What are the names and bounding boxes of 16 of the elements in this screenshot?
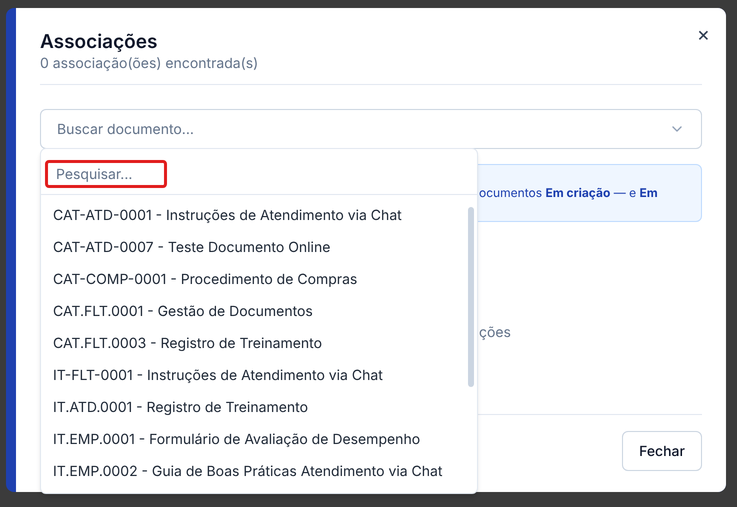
document-option[interactable]: IT.ATD.0001 - Registro de Treinamento bbox=[41, 391, 467, 423]
dialog-title: Associações bbox=[40, 30, 158, 54]
document-option[interactable]: CAT-COMP-0001 - Procedimento de Compras bbox=[41, 263, 467, 295]
close-button[interactable]: × bbox=[696, 24, 710, 44]
document-option[interactable]: CAT-ATD-0007 - Teste Documento Online bbox=[41, 231, 467, 263]
info-text: ocumentos Em criação — e Em bbox=[479, 185, 658, 200]
close-dialog-button[interactable]: Fechar bbox=[622, 431, 702, 471]
empty-text: ções bbox=[479, 323, 511, 343]
document-option[interactable]: IT.EMP.0001 - Formulário de Avaliação de Desempenho bbox=[41, 423, 467, 455]
dialog-subtitle: 0 associação(ões) encontrada(s) bbox=[40, 54, 258, 74]
search-field[interactable]: Pesquisar... bbox=[45, 160, 167, 188]
document-option[interactable]: CAT.FLT.0003 - Registro de Treinamento bbox=[41, 327, 467, 359]
document-option[interactable]: IT.EMP.0002 - Guia de Boas Práticas Atendimento via Chat bbox=[41, 455, 467, 487]
document-option[interactable]: CAT-ATD-0001 - Instruções de Atendimento via Chat bbox=[41, 199, 467, 231]
document-option[interactable]: IT-FLT-0001 - Instruções de Atendimento via Chat bbox=[41, 359, 467, 391]
document-option[interactable]: CAT.FLT.0001 - Gestão de Documentos bbox=[41, 295, 467, 327]
